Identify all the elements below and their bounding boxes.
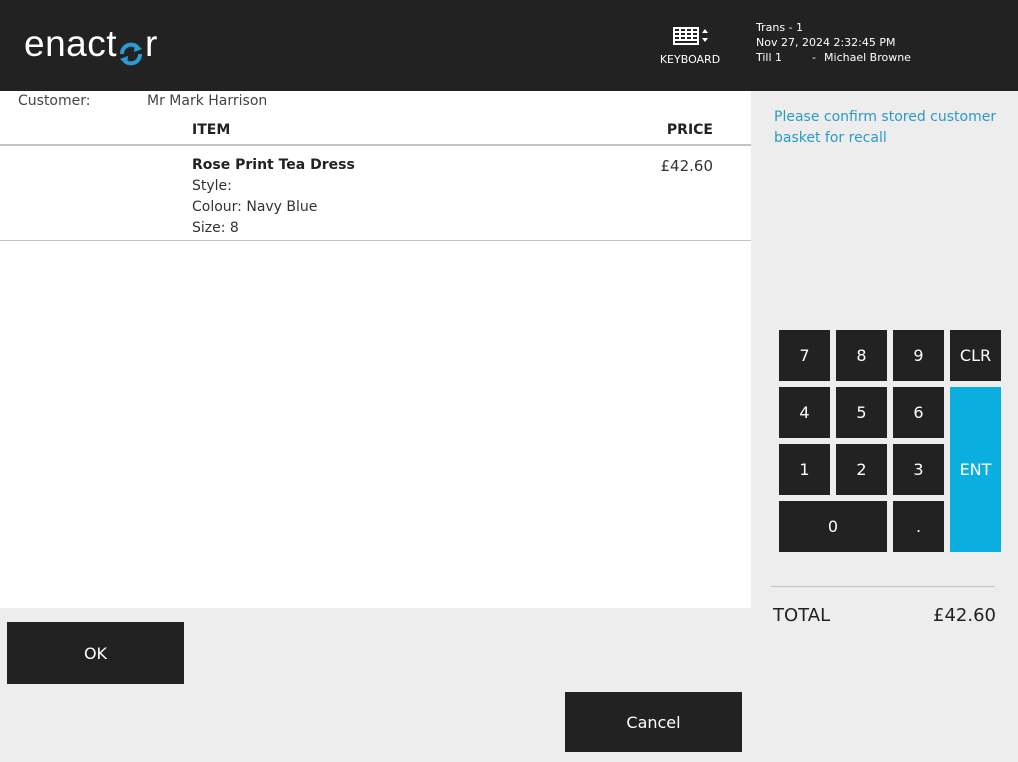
column-header-price: PRICE bbox=[666, 122, 713, 138]
keyboard-icon bbox=[673, 27, 708, 45]
key-7[interactable]: 7 bbox=[779, 330, 830, 381]
key-0[interactable]: 0 bbox=[779, 501, 887, 552]
key-4[interactable]: 4 bbox=[779, 387, 830, 438]
keyboard-label: KEYBOARD bbox=[659, 53, 721, 66]
transaction-info: Trans - 1 Nov 27, 2024 2:32:45 PM Till 1… bbox=[756, 20, 911, 65]
enactor-logo: enact r bbox=[24, 23, 158, 66]
logo-text-start: enact bbox=[24, 23, 118, 64]
prompt-message: Please confirm stored customer basket fo… bbox=[774, 109, 997, 146]
transaction-datetime: Nov 27, 2024 2:32:45 PM bbox=[756, 36, 896, 49]
total-label: TOTAL bbox=[773, 605, 831, 626]
key-clear[interactable]: CLR bbox=[950, 330, 1001, 381]
key-2[interactable]: 2 bbox=[836, 444, 887, 495]
item-price: £42.60 bbox=[660, 157, 714, 175]
basket-panel: Customer: Mr Mark Harrison ITEM PRICE Ro… bbox=[0, 91, 751, 608]
ok-button[interactable]: OK bbox=[7, 622, 184, 684]
customer-name: Mr Mark Harrison bbox=[147, 93, 268, 109]
basket-item-row[interactable]: Rose Print Tea Dress Style: Colour: Navy… bbox=[0, 146, 751, 241]
item-style: Style: bbox=[192, 178, 232, 194]
refresh-logo-icon bbox=[118, 34, 144, 66]
key-decimal[interactable]: . bbox=[893, 501, 944, 552]
total-divider bbox=[771, 586, 995, 587]
key-9[interactable]: 9 bbox=[893, 330, 944, 381]
key-3[interactable]: 3 bbox=[893, 444, 944, 495]
till-operator: Till 1 - Michael Browne bbox=[756, 50, 911, 65]
cancel-button[interactable]: Cancel bbox=[565, 692, 742, 752]
transaction-number: Trans - 1 bbox=[756, 21, 804, 34]
numeric-keypad: 7 8 9 CLR 4 5 6 1 2 3 0 . ENT bbox=[779, 330, 1001, 552]
operator-name: Michael Browne bbox=[824, 51, 911, 64]
till-name: Till 1 bbox=[756, 51, 783, 64]
till-separator: - bbox=[812, 51, 817, 64]
item-colour: Colour: Navy Blue bbox=[192, 199, 318, 215]
key-5[interactable]: 5 bbox=[836, 387, 887, 438]
key-8[interactable]: 8 bbox=[836, 330, 887, 381]
total-value: £42.60 bbox=[933, 605, 996, 626]
column-header-item: ITEM bbox=[192, 122, 231, 138]
header-bar: enact r KEYBOARD Trans - 1 Nov 27, 2024 2… bbox=[0, 0, 1018, 91]
keyboard-button[interactable]: KEYBOARD bbox=[655, 22, 725, 72]
key-enter[interactable]: ENT bbox=[950, 387, 1001, 552]
item-name: Rose Print Tea Dress bbox=[192, 157, 355, 173]
key-6[interactable]: 6 bbox=[893, 387, 944, 438]
item-size: Size: 8 bbox=[192, 220, 239, 236]
logo-text-end: r bbox=[145, 23, 158, 64]
key-1[interactable]: 1 bbox=[779, 444, 830, 495]
customer-label: Customer: bbox=[18, 93, 91, 109]
